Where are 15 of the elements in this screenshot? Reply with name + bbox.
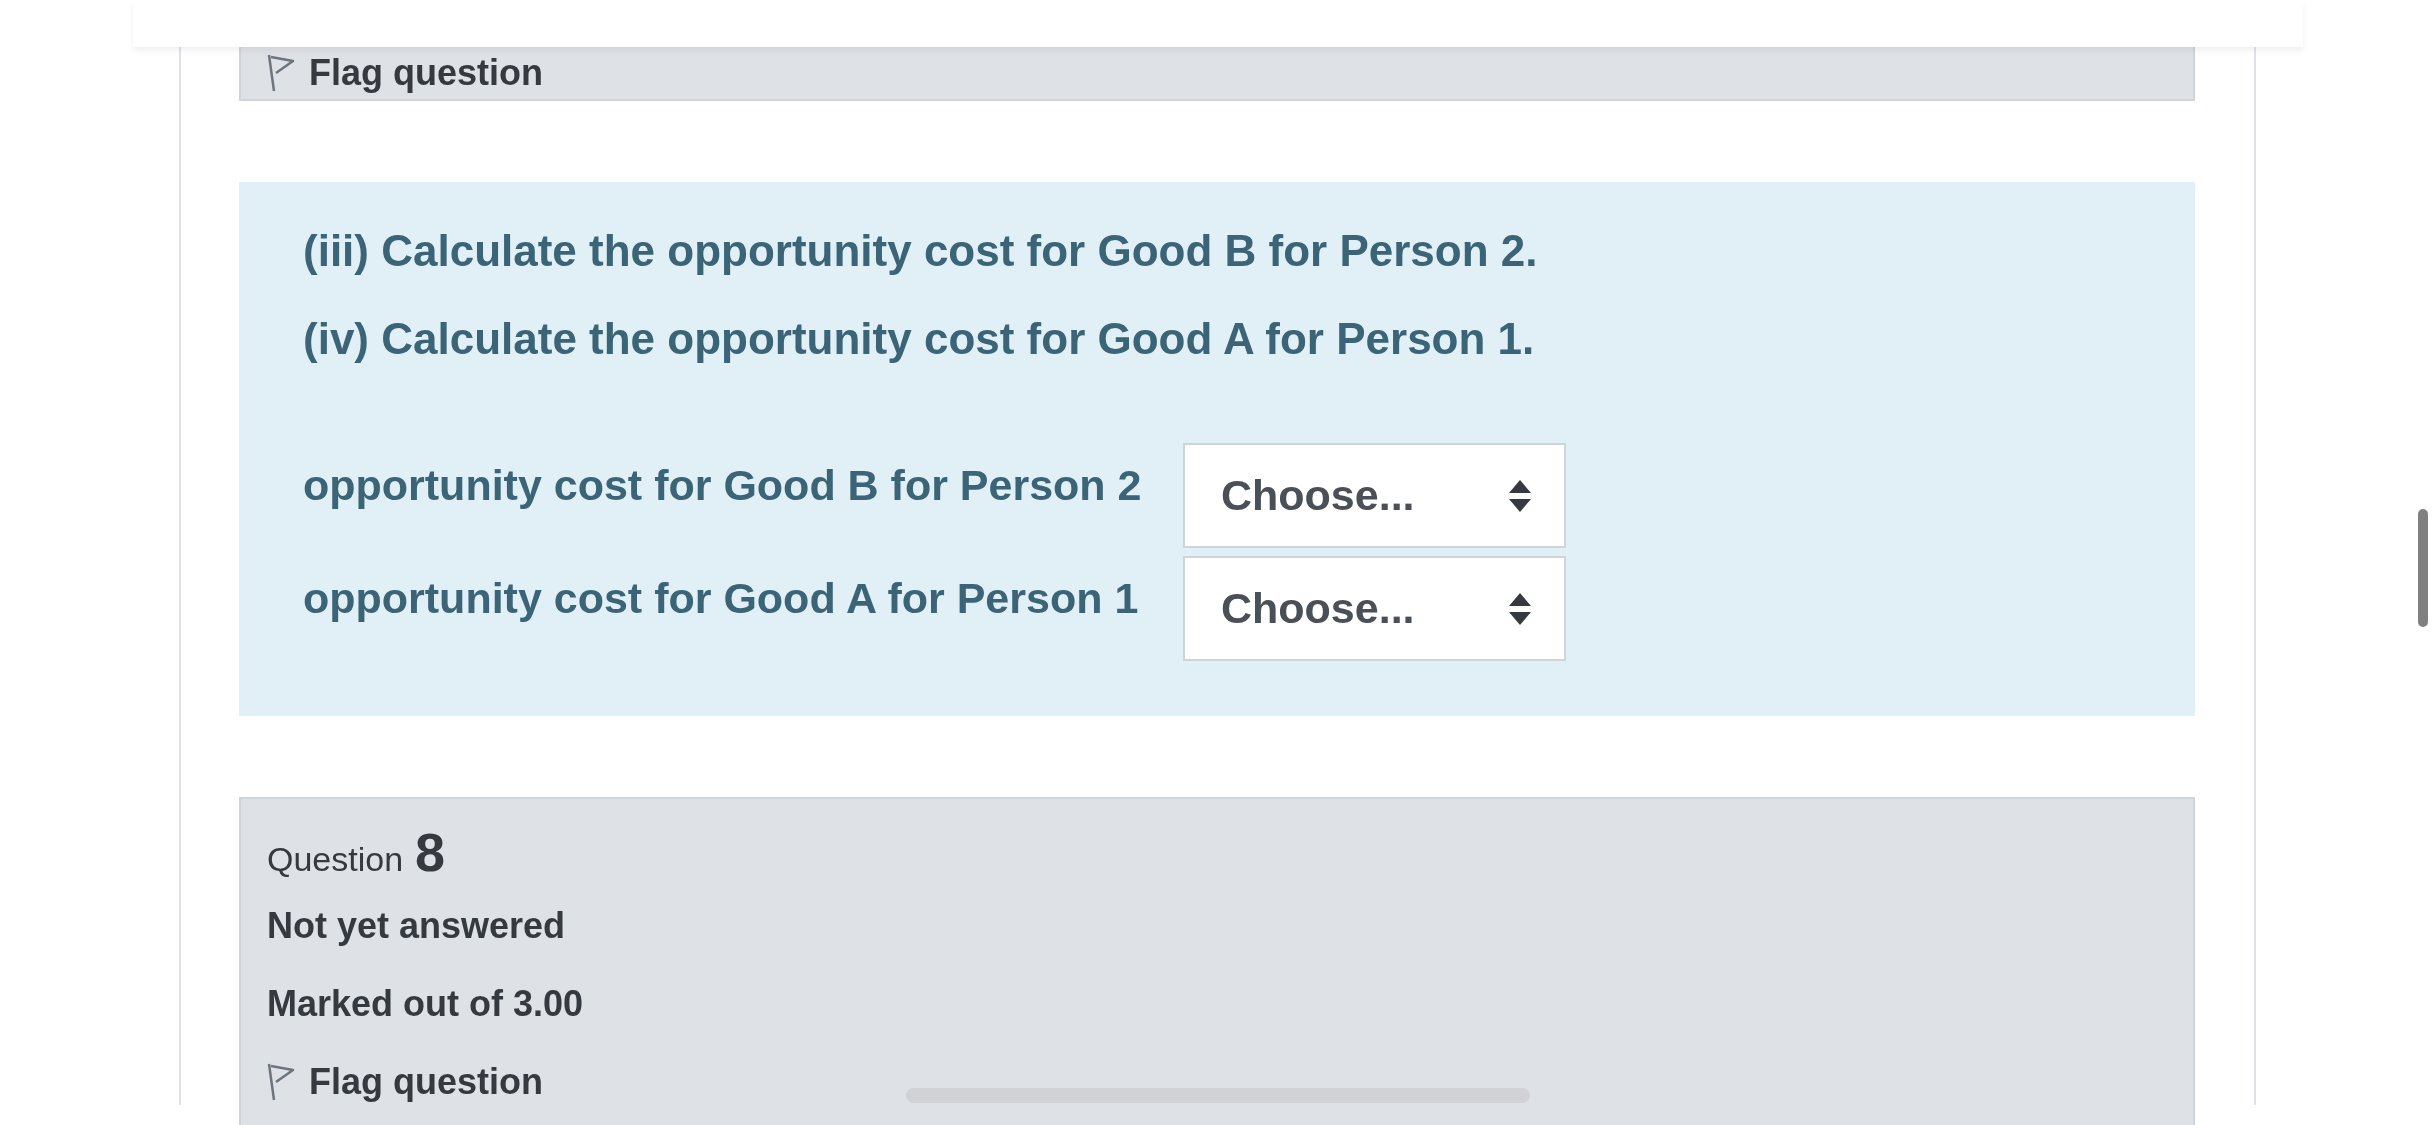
question-label: Question [267,840,404,879]
vertical-scrollbar[interactable] [2418,509,2428,627]
question-text: (iv) Calculate the opportunity cost for Good A for Person 1. [303,313,1536,365]
question-number: 8 [415,821,446,883]
flag-icon [267,1063,295,1101]
flag-question-link[interactable]: Flag question [309,53,543,93]
question-marks: Marked out of 3.00 [267,984,585,1024]
flag-icon [267,54,295,92]
answer-select[interactable]: Choose... [1183,443,1566,548]
answer-label: opportunity cost for Good A for Person 1 [303,574,1140,624]
question-text: (iii) Calculate the opportunity cost for Good B for Person 2. [303,225,1539,277]
answer-label: opportunity cost for Good B for Person 2 [303,461,1143,511]
answer-select[interactable]: Choose... [1183,556,1566,661]
flag-question-link[interactable]: Flag question [309,1062,543,1102]
question-status: Not yet answered [267,906,567,946]
